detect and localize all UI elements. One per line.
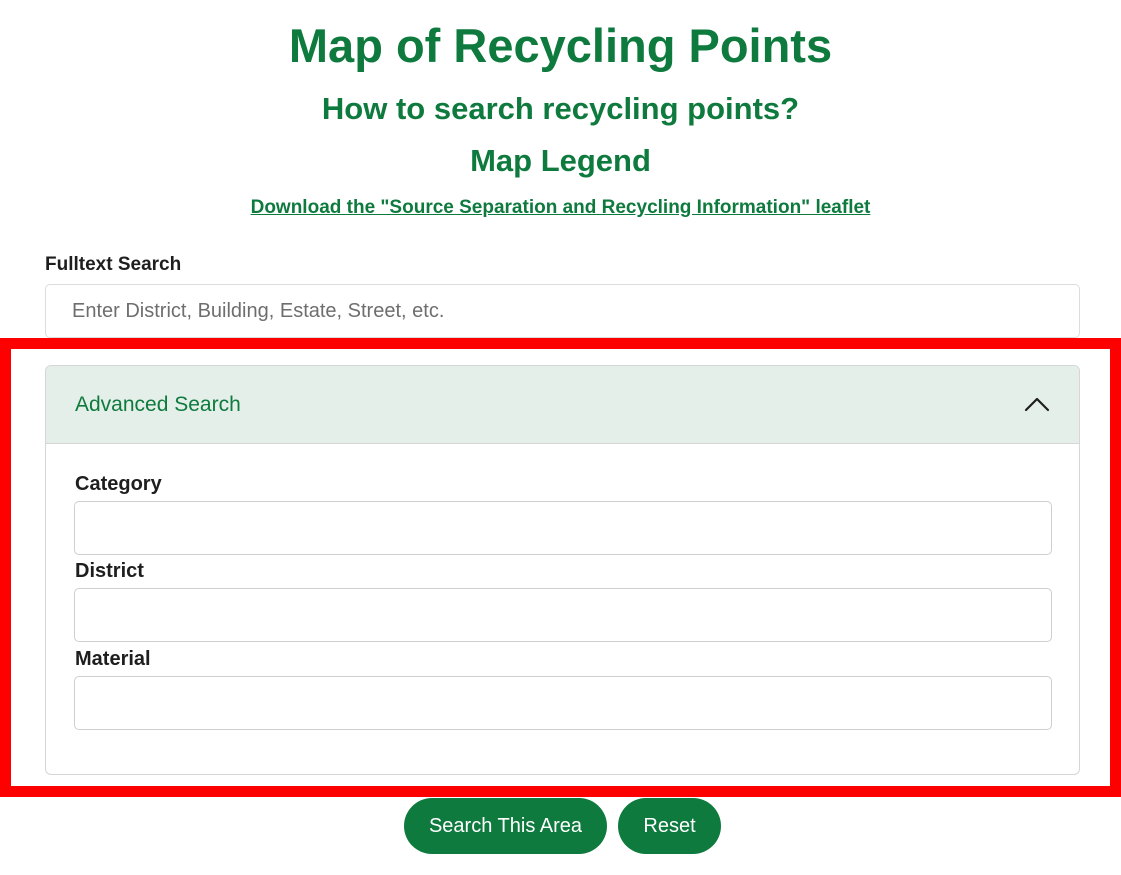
how-to-search-heading[interactable]: How to search recycling points? [0, 90, 1121, 128]
district-label: District [75, 560, 144, 582]
fulltext-search-input[interactable] [45, 284, 1080, 338]
chevron-up-icon [1024, 397, 1050, 412]
advanced-search-title: Advanced Search [75, 393, 241, 416]
material-select[interactable] [74, 676, 1052, 730]
download-leaflet-link[interactable]: Download the "Source Separation and Recy… [0, 196, 1121, 220]
category-label: Category [75, 473, 162, 495]
district-select[interactable] [74, 588, 1052, 642]
material-label: Material [75, 648, 151, 670]
advanced-search-panel: Advanced Search Category District Materi… [45, 365, 1080, 775]
page-title: Map of Recycling Points [288, 19, 833, 72]
reset-button[interactable]: Reset [618, 798, 721, 854]
fulltext-search-label: Fulltext Search [45, 254, 182, 275]
search-this-area-button[interactable]: Search This Area [404, 798, 607, 854]
map-legend-heading[interactable]: Map Legend [0, 142, 1121, 180]
advanced-search-toggle[interactable]: Advanced Search [46, 366, 1079, 444]
category-select[interactable] [74, 501, 1052, 555]
